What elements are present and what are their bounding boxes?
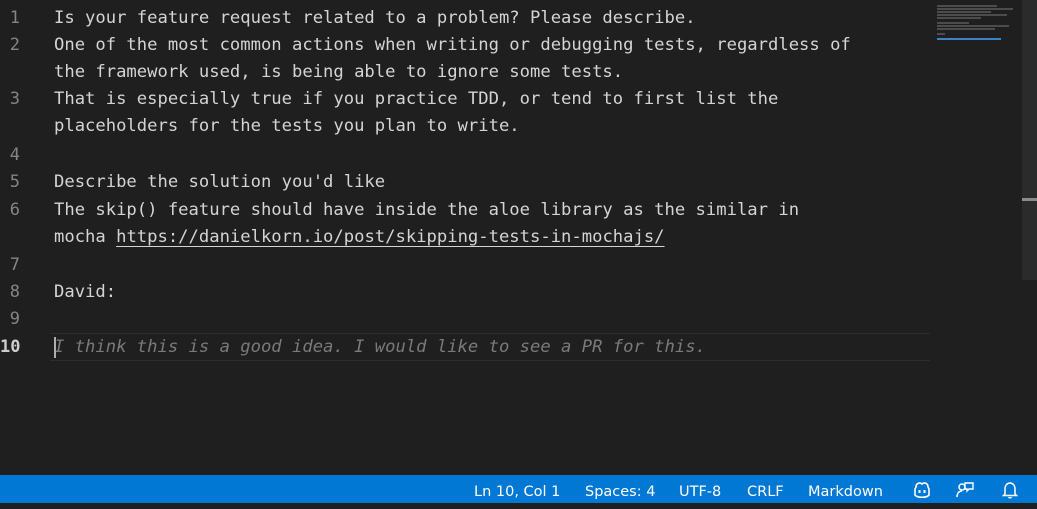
scrollbar-thumb[interactable] <box>1022 0 1037 280</box>
text-line[interactable]: David: <box>54 279 116 306</box>
line-number: 7 <box>9 255 20 275</box>
editor[interactable]: 1 2 3 4 5 6 7 8 9 10 Is your feature req… <box>0 0 1037 475</box>
inline-suggestion-ghost-text: I think this is a good idea. I would lik… <box>54 337 706 357</box>
line-number: 6 <box>9 200 20 220</box>
line-number: 2 <box>9 35 20 55</box>
text-line[interactable]: mocha https://danielkorn.io/post/skippin… <box>54 224 665 251</box>
feedback-icon[interactable] <box>955 481 975 499</box>
cursor-position-indicator[interactable]: Ln 10, Col 1 <box>474 475 560 503</box>
minimap-line <box>937 22 969 24</box>
line-number: 8 <box>9 282 20 302</box>
notifications-bell-icon[interactable] <box>1000 481 1020 499</box>
status-bar: Ln 10, Col 1 Spaces: 4 UTF-8 CRLF Markdo… <box>0 475 1037 503</box>
minimap-line <box>937 11 991 13</box>
text-line[interactable]: One of the most common actions when writ… <box>54 32 851 59</box>
line-number-active: 10 <box>0 337 21 357</box>
text-line[interactable]: Is your feature request related to a pro… <box>54 5 696 32</box>
minimap-line <box>937 14 1007 16</box>
line-number-gutter: 1 2 3 4 5 6 7 8 9 10 <box>0 0 42 475</box>
minimap-line <box>937 33 945 35</box>
minimap-line <box>937 17 981 19</box>
minimap[interactable] <box>935 0 1023 475</box>
text-cursor <box>54 337 56 358</box>
indentation-indicator[interactable]: Spaces: 4 <box>585 475 655 503</box>
text-line[interactable]: Describe the solution you'd like <box>54 169 385 196</box>
url-link[interactable]: https://danielkorn.io/post/skipping-test… <box>116 227 664 247</box>
encoding-indicator[interactable]: UTF-8 <box>679 475 721 503</box>
minimap-line <box>937 25 1009 27</box>
minimap-line-active <box>937 38 1001 40</box>
text-segment: mocha <box>54 227 117 247</box>
language-mode-indicator[interactable]: Markdown <box>808 475 883 503</box>
minimap-line <box>937 5 997 7</box>
line-number: 4 <box>9 145 20 165</box>
line-number: 3 <box>9 89 20 109</box>
line-ending-indicator[interactable]: CRLF <box>747 475 784 503</box>
copilot-icon[interactable] <box>912 481 932 499</box>
text-line[interactable]: That is especially true if you practice … <box>54 86 778 113</box>
text-line[interactable]: the framework used, is being able to ign… <box>54 59 623 86</box>
scrollbar-cursor-marker <box>1022 198 1037 201</box>
minimap-line <box>937 8 1013 10</box>
text-line[interactable]: placeholders for the tests you plan to w… <box>54 113 520 140</box>
vertical-scrollbar[interactable] <box>1022 0 1037 475</box>
line-number: 5 <box>9 172 20 192</box>
line-number: 9 <box>9 309 20 329</box>
line-number: 1 <box>9 8 20 28</box>
text-line[interactable]: The skip() feature should have inside th… <box>54 197 799 224</box>
minimap-line <box>937 28 995 30</box>
